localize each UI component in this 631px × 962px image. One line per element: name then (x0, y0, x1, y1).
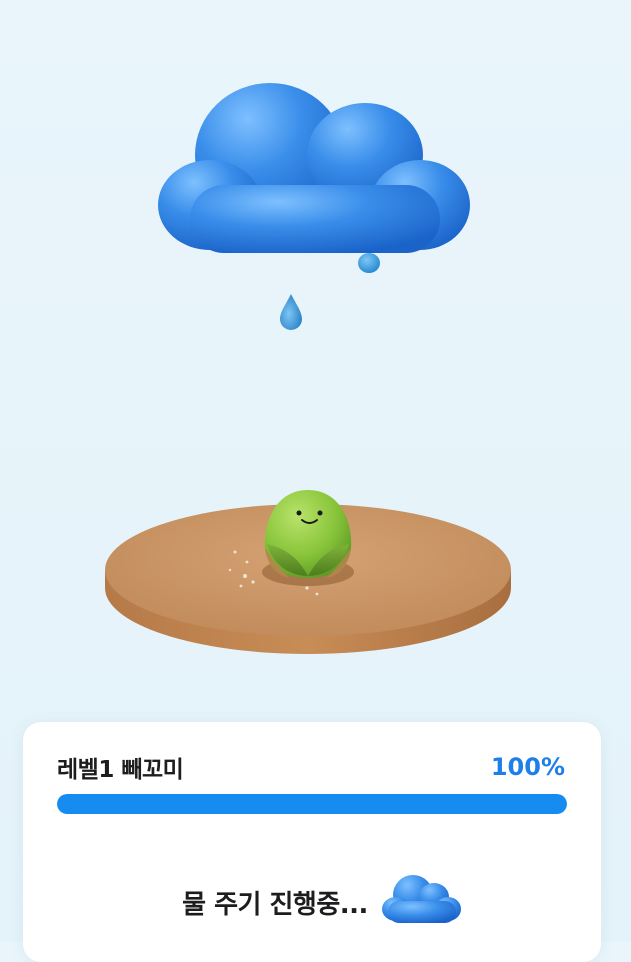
level-label: 레벨1 빼꼬미 (57, 757, 184, 783)
status-card: 레벨1 빼꼬미 100% 물 주기 진행중... (23, 722, 601, 962)
progress-bar (57, 794, 567, 814)
rain-cloud-icon (158, 83, 470, 253)
status-row: 물 주기 진행중... (23, 870, 601, 934)
progress-bar-fill (57, 794, 567, 814)
status-text: 물 주기 진행중... (182, 889, 368, 920)
progress-percent: 100% (490, 753, 565, 781)
hanging-drop-icon (358, 253, 380, 273)
soil-disc-icon (105, 490, 511, 654)
card-header: 레벨1 빼꼬미 100% (57, 750, 565, 784)
water-drop-icon (280, 294, 302, 330)
watering-scene (0, 0, 631, 720)
cloud-icon (381, 875, 461, 923)
